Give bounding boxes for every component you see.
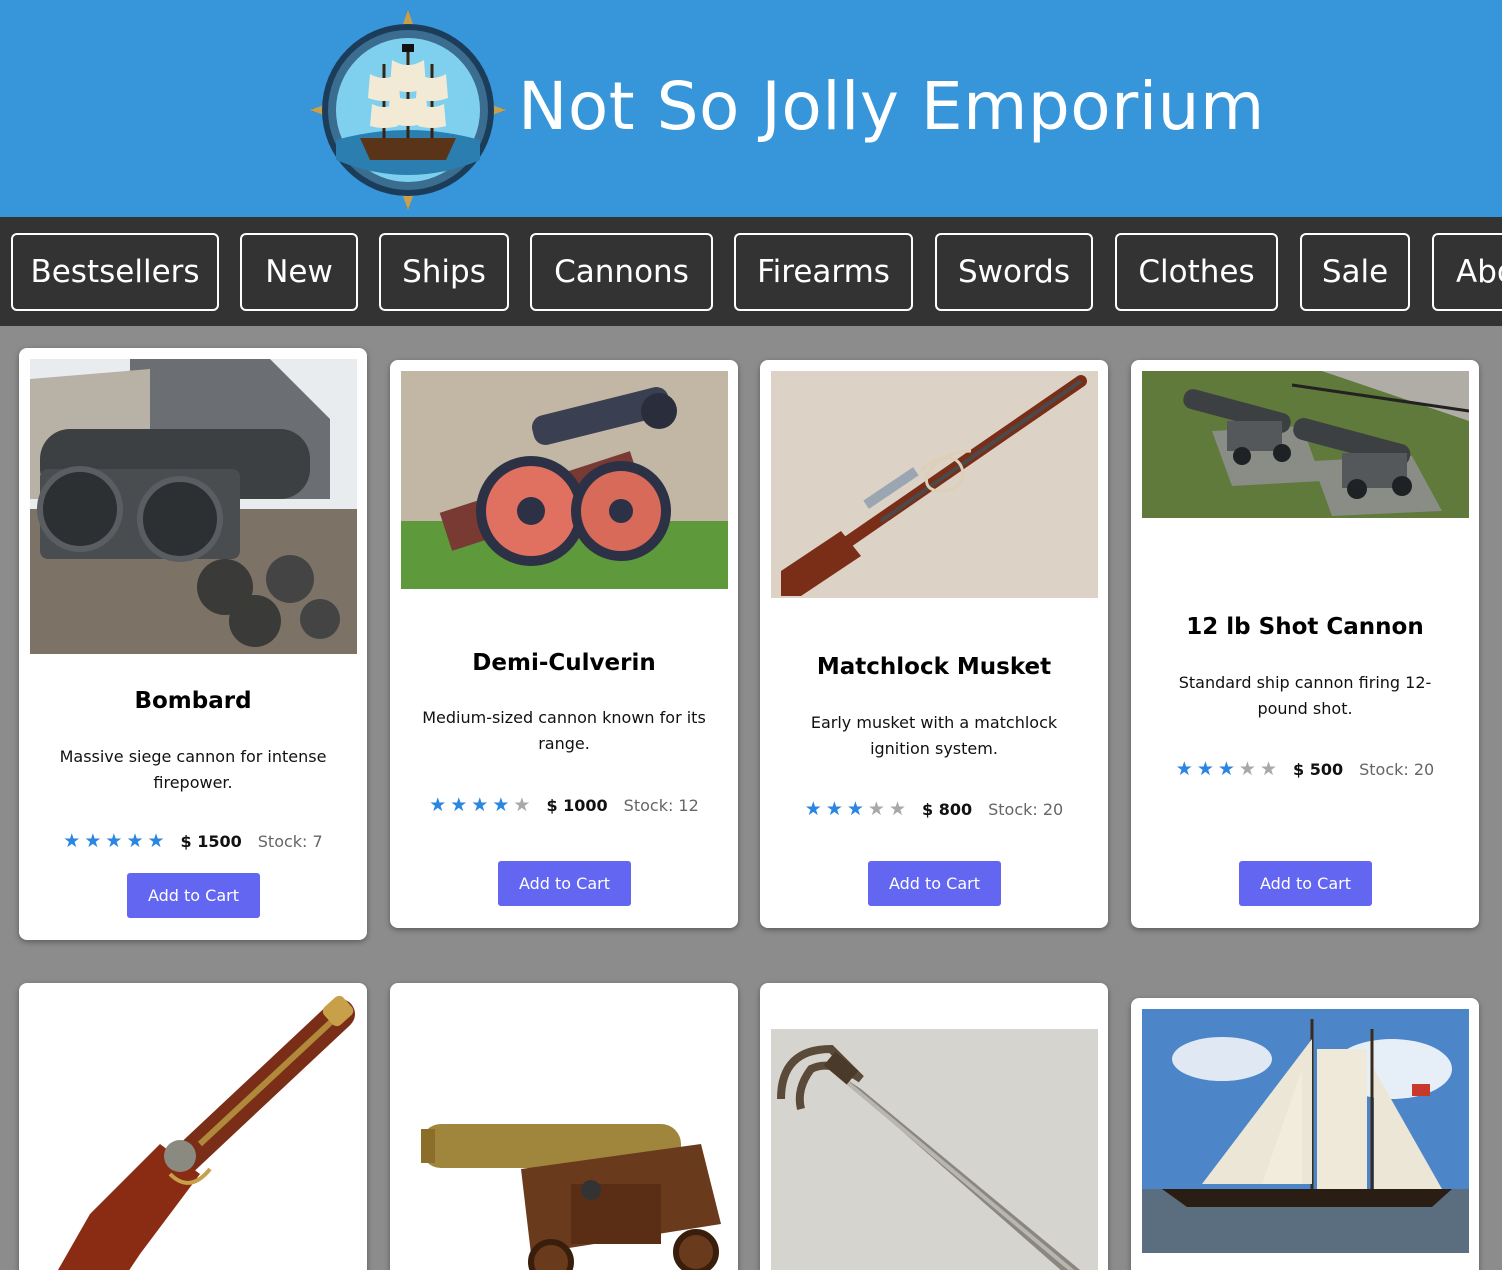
- cannon-image: [30, 359, 357, 654]
- musket-image: [771, 371, 1098, 598]
- add-to-cart-button[interactable]: Add to Cart: [127, 873, 260, 918]
- product-meta: ★ ★ ★ ★ ★ $ 1500 Stock: 7: [19, 832, 367, 852]
- nav-about[interactable]: Abo: [1432, 233, 1502, 311]
- star-icon: ★: [84, 830, 102, 852]
- product-stock: Stock: 20: [988, 800, 1064, 819]
- nav-clothes[interactable]: Clothes: [1115, 233, 1278, 311]
- add-to-cart-button[interactable]: Add to Cart: [498, 861, 631, 906]
- product-price: $ 800: [922, 800, 973, 819]
- star-icon: ★: [450, 794, 468, 816]
- product-card: Demi-Culverin Medium-sized cannon known …: [390, 360, 738, 928]
- product-card: Bombard Massive siege cannon for intense…: [19, 348, 367, 940]
- rating-stars: ★ ★ ★ ★ ★: [1176, 760, 1277, 779]
- product-name: Bombard: [134, 688, 252, 714]
- cannon-image: [1142, 371, 1469, 518]
- product-description: Standard ship cannon firing 12-pound sho…: [1178, 673, 1432, 718]
- product-price: $ 1500: [180, 832, 242, 851]
- category-nav: Bestsellers New Ships Cannons Firearms S…: [0, 217, 1502, 326]
- star-icon: ★: [513, 794, 531, 816]
- nav-swords[interactable]: Swords: [935, 233, 1093, 311]
- product-stock: Stock: 7: [257, 832, 323, 851]
- star-icon: ★: [147, 830, 165, 852]
- star-icon: ★: [105, 830, 123, 852]
- ship-logo-icon[interactable]: [310, 10, 506, 210]
- product-description: Early musket with a matchlock ignition s…: [810, 713, 1058, 758]
- product-card: [390, 983, 738, 1270]
- star-icon: ★: [63, 830, 81, 852]
- nav-new[interactable]: New: [240, 233, 358, 311]
- nav-firearms[interactable]: Firearms: [734, 233, 913, 311]
- star-icon: ★: [846, 798, 864, 820]
- star-icon: ★: [825, 798, 843, 820]
- product-card: Matchlock Musket Early musket with a mat…: [760, 360, 1108, 928]
- site-title: Not So Jolly Emporium: [518, 68, 1265, 145]
- cannon-image: [401, 371, 728, 589]
- nav-ships[interactable]: Ships: [379, 233, 509, 311]
- star-icon: ★: [429, 794, 447, 816]
- product-name: 12 lb Shot Cannon: [1186, 614, 1424, 640]
- star-icon: ★: [867, 798, 885, 820]
- star-icon: ★: [1196, 758, 1214, 780]
- rating-stars: ★ ★ ★ ★ ★: [805, 800, 906, 819]
- star-icon: ★: [1238, 758, 1256, 780]
- product-meta: ★ ★ ★ ★ ★ $ 500 Stock: 20: [1131, 760, 1479, 780]
- product-price: $ 1000: [546, 796, 608, 815]
- star-icon: ★: [888, 798, 906, 820]
- product-meta: ★ ★ ★ ★ ★ $ 1000 Stock: 12: [390, 796, 738, 816]
- bronze-cannon-image: [401, 994, 728, 1270]
- star-icon: ★: [471, 794, 489, 816]
- product-card: [1131, 998, 1479, 1270]
- product-description: Massive siege cannon for intense firepow…: [59, 747, 327, 792]
- product-description: Medium-sized cannon known for its range.: [422, 708, 706, 753]
- star-icon: ★: [126, 830, 144, 852]
- product-card: [19, 983, 367, 1270]
- add-to-cart-button[interactable]: Add to Cart: [868, 861, 1001, 906]
- product-meta: ★ ★ ★ ★ ★ $ 800 Stock: 20: [760, 800, 1108, 820]
- rating-stars: ★ ★ ★ ★ ★: [429, 796, 530, 815]
- product-name: Matchlock Musket: [816, 654, 1052, 680]
- add-to-cart-button[interactable]: Add to Cart: [1239, 861, 1372, 906]
- product-name: Demi-Culverin: [472, 650, 656, 676]
- sword-image: [771, 1029, 1098, 1270]
- star-icon: ★: [1175, 758, 1193, 780]
- star-icon: ★: [492, 794, 510, 816]
- product-stock: Stock: 20: [1359, 760, 1435, 779]
- product-stock: Stock: 12: [623, 796, 699, 815]
- site-header: Not So Jolly Emporium: [0, 0, 1502, 217]
- star-icon: ★: [804, 798, 822, 820]
- nav-sale[interactable]: Sale: [1300, 233, 1410, 311]
- flintlock-pistol-image: [30, 994, 357, 1270]
- star-icon: ★: [1259, 758, 1277, 780]
- nav-cannons[interactable]: Cannons: [530, 233, 713, 311]
- ship-image: [1142, 1009, 1469, 1253]
- product-card: [760, 983, 1108, 1270]
- rating-stars: ★ ★ ★ ★ ★: [63, 832, 164, 851]
- product-card: 12 lb Shot Cannon Standard ship cannon f…: [1131, 360, 1479, 928]
- nav-bestsellers[interactable]: Bestsellers: [11, 233, 219, 311]
- product-price: $ 500: [1293, 760, 1344, 779]
- star-icon: ★: [1217, 758, 1235, 780]
